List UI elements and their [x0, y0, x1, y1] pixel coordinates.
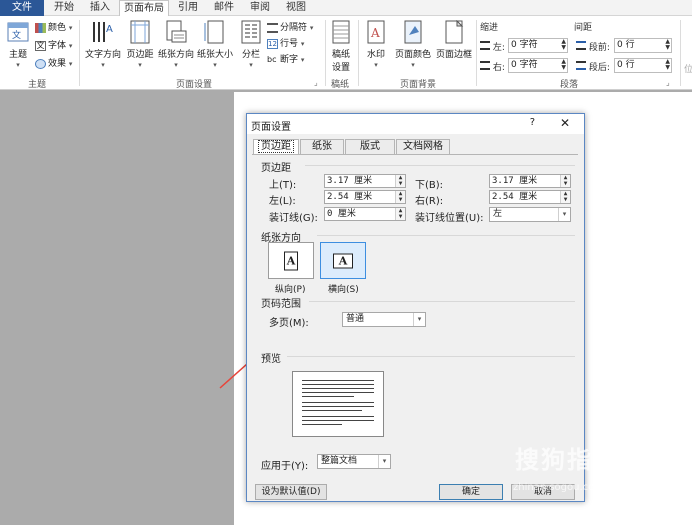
left-margin-value: 2.54 厘米 — [327, 192, 373, 202]
chevron-down-icon: ▾ — [378, 455, 390, 468]
gutter-position-select[interactable]: 左 ▾ — [489, 207, 571, 222]
left-margin-label: 左(L): — [269, 196, 296, 207]
close-icon[interactable]: ✕ — [560, 116, 570, 130]
preview-line — [302, 402, 374, 403]
tab-margins-label: 页边距 — [258, 140, 294, 153]
gutter-label: 装订线(G): — [269, 213, 318, 224]
margins-section-title: 页边距 — [261, 163, 291, 174]
landscape-label: 横向(S) — [328, 285, 359, 295]
preview-section-title: 预览 — [261, 354, 281, 365]
spinner-icon[interactable]: ▲ ▼ — [395, 208, 405, 220]
preview-line — [302, 380, 374, 381]
portrait-icon: A — [284, 251, 298, 270]
portrait-option[interactable]: A — [268, 242, 314, 279]
top-margin-input[interactable]: 3.17 厘米 ▲ ▼ — [324, 174, 406, 188]
apply-to-label: 应用于(Y): — [261, 461, 309, 472]
portrait-label: 纵向(P) — [275, 285, 306, 295]
top-margin-value: 3.17 厘米 — [327, 176, 373, 186]
top-margin-label: 上(T): — [269, 180, 297, 191]
preview-line — [302, 424, 342, 425]
preview-line — [302, 384, 374, 385]
section-divider — [309, 301, 575, 302]
ok-button[interactable]: 确定 — [439, 484, 503, 500]
help-button[interactable]: ? — [530, 117, 535, 128]
multiple-pages-label: 多页(M): — [269, 318, 309, 329]
page-preview — [292, 371, 384, 437]
spinner-icon[interactable]: ▲ ▼ — [395, 191, 405, 203]
tab-layout[interactable]: 版式 — [345, 139, 395, 154]
apply-to-select[interactable]: 整篇文档 ▾ — [317, 454, 391, 469]
bottom-margin-input[interactable]: 3.17 厘米 ▲ ▼ — [489, 174, 571, 188]
gutter-position-label: 装订线位置(U): — [415, 213, 484, 224]
section-divider — [287, 356, 575, 357]
section-divider — [317, 235, 575, 236]
preview-line — [302, 392, 374, 393]
spinner-icon[interactable]: ▲ ▼ — [395, 175, 405, 187]
set-as-default-button[interactable]: 设为默认值(D) — [255, 484, 327, 500]
landscape-option[interactable]: A — [320, 242, 366, 279]
tab-paper[interactable]: 纸张 — [300, 139, 344, 154]
chevron-down-icon: ▾ — [413, 313, 425, 326]
watermark-url: zhinan.sogou.com — [513, 482, 605, 493]
pages-section-title: 页码范围 — [261, 299, 301, 310]
preview-line — [302, 388, 374, 389]
left-margin-input[interactable]: 2.54 厘米 ▲ ▼ — [324, 190, 406, 204]
preview-line — [302, 416, 374, 417]
right-margin-value: 2.54 厘米 — [492, 192, 538, 202]
dialog-title-bar: 页面设置 ? ✕ — [247, 114, 584, 134]
bottom-margin-label: 下(B): — [415, 180, 444, 191]
right-margin-input[interactable]: 2.54 厘米 ▲ ▼ — [489, 190, 571, 204]
watermark-brand: 搜狗指南 — [515, 446, 619, 474]
section-divider — [305, 165, 575, 166]
preview-line — [302, 396, 354, 397]
gutter-input[interactable]: 0 厘米 ▲ ▼ — [324, 207, 406, 221]
gutter-value: 0 厘米 — [327, 209, 356, 219]
tab-margins[interactable]: 页边距 — [253, 139, 299, 155]
multiple-pages-value: 普通 — [346, 314, 365, 324]
preview-line — [302, 406, 374, 407]
spinner-icon[interactable]: ▲ ▼ — [560, 175, 570, 187]
bottom-margin-value: 3.17 厘米 — [492, 176, 538, 186]
gutter-position-value: 左 — [493, 209, 503, 219]
dialog-title: 页面设置 — [251, 122, 291, 133]
tab-document-grid[interactable]: 文档网格 — [396, 139, 450, 154]
chevron-down-icon: ▾ — [558, 208, 570, 221]
spinner-icon[interactable]: ▲ ▼ — [560, 191, 570, 203]
right-margin-label: 右(R): — [415, 196, 444, 207]
preview-line — [302, 420, 374, 421]
tab-divider — [252, 154, 578, 155]
preview-line — [302, 410, 362, 411]
apply-to-value: 整篇文档 — [321, 456, 358, 466]
landscape-icon: A — [333, 253, 353, 268]
multiple-pages-select[interactable]: 普通 ▾ — [342, 312, 426, 327]
